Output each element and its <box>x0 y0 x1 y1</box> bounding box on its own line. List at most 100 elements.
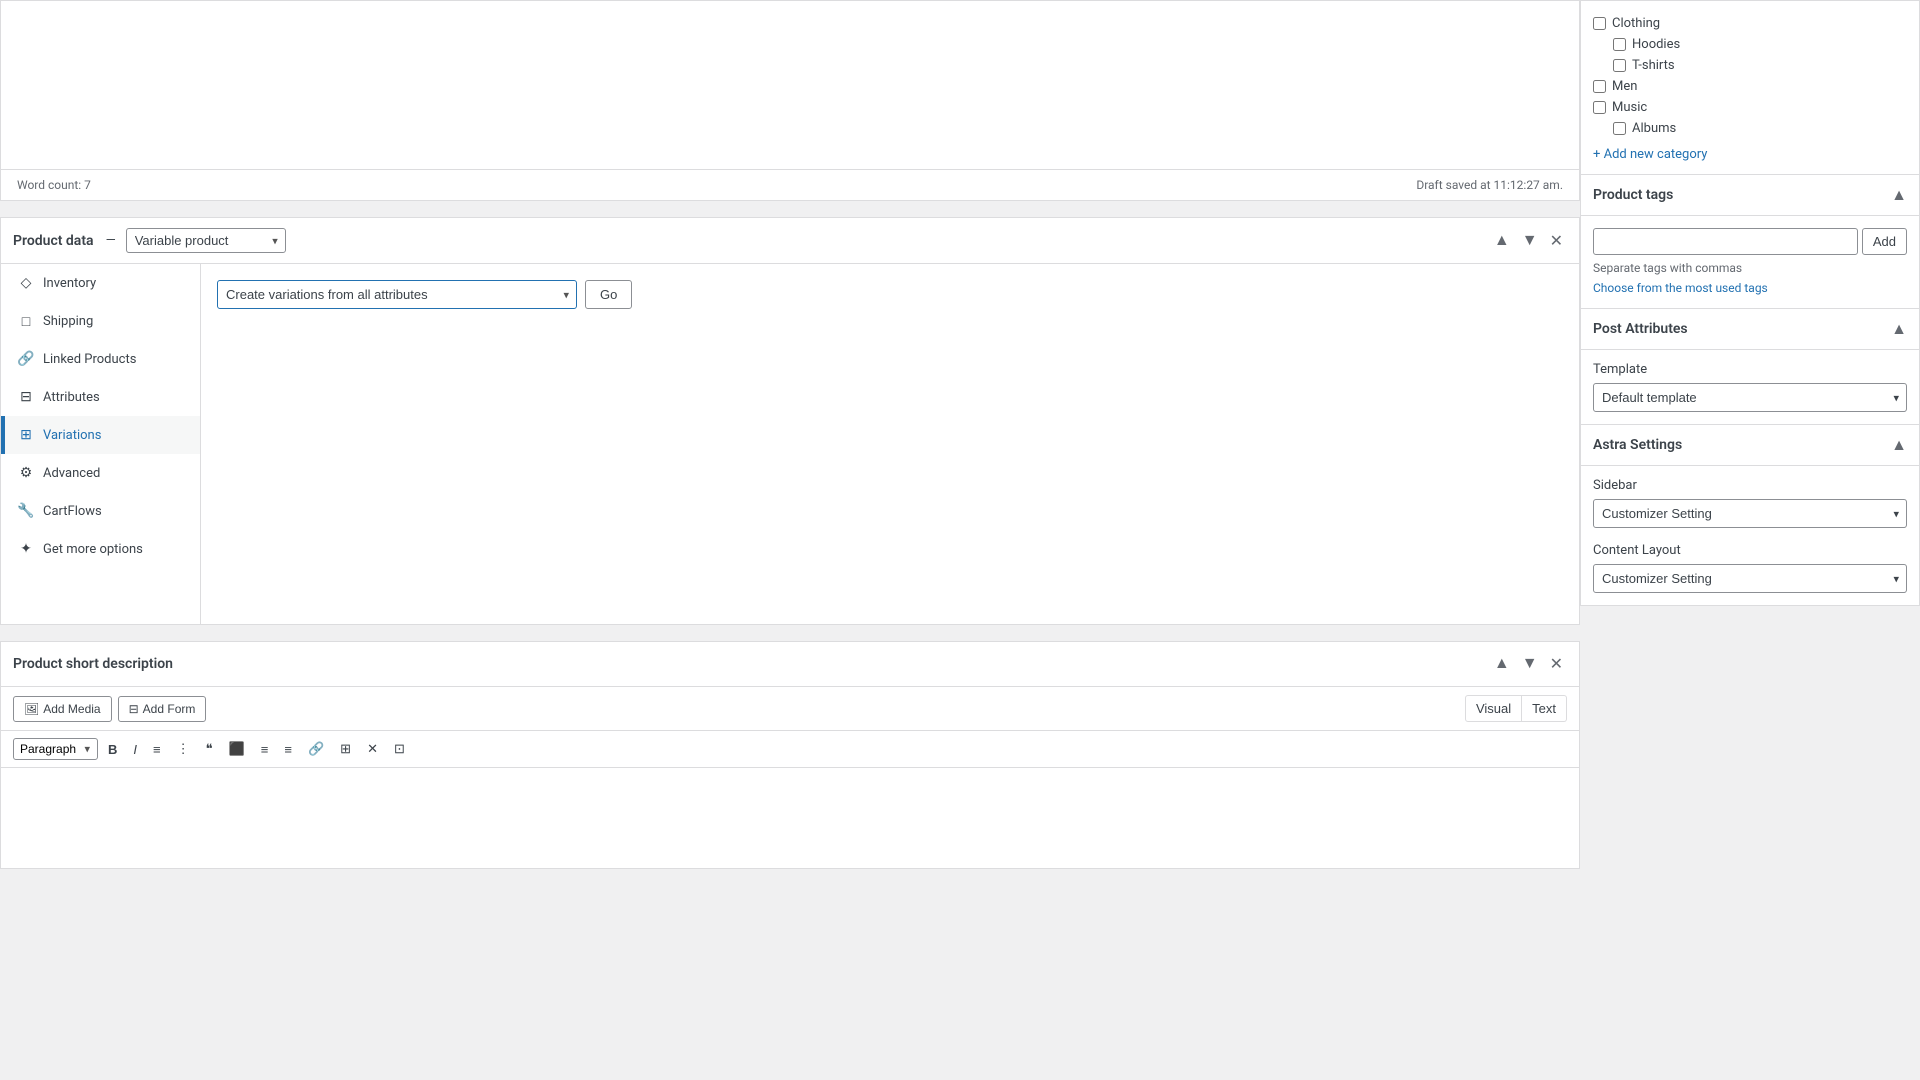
add-form-button[interactable]: ⊟ Add Form <box>118 696 207 722</box>
astra-settings-title: Astra Settings <box>1593 437 1682 453</box>
sidebar-setting-select[interactable]: Customizer Setting <box>1593 499 1907 528</box>
short-desc-toggle[interactable]: ✕ <box>1546 652 1567 676</box>
product-tags-panel: Product tags ▲ Add Separate tags with co… <box>1580 175 1920 309</box>
text-tab[interactable]: Text <box>1522 695 1567 722</box>
category-checkbox-clothing[interactable] <box>1593 17 1606 30</box>
nav-item-shipping[interactable]: □ Shipping <box>1 302 200 340</box>
category-checkbox-tshirts[interactable] <box>1613 59 1626 72</box>
nav-item-cartflows[interactable]: 🔧 CartFlows <box>1 492 200 530</box>
category-item-albums: Albums <box>1593 118 1907 139</box>
toggle-btn[interactable]: ✕ <box>1546 229 1567 253</box>
post-attributes-title: Post Attributes <box>1593 321 1688 337</box>
paragraph-select[interactable]: Paragraph <box>13 738 98 760</box>
category-checkbox-men[interactable] <box>1593 80 1606 93</box>
ol-button[interactable]: ⋮ <box>171 737 196 761</box>
product-data-title: Product data <box>13 233 94 249</box>
add-media-button[interactable]: 🖼 Add Media <box>13 696 112 722</box>
category-label-hoodies: Hoodies <box>1632 37 1680 52</box>
product-nav: ◇ Inventory □ Shipping 🔗 Linked Products… <box>1 264 201 624</box>
content-layout-select[interactable]: Customizer Setting <box>1593 564 1907 593</box>
word-count-bar: Word count: 7 Draft saved at 11:12:27 am… <box>0 170 1580 201</box>
nav-item-variations[interactable]: ⊞ Variations <box>1 416 200 454</box>
align-center-button[interactable]: ≡ <box>255 738 275 761</box>
add-media-label: Add Media <box>43 702 100 716</box>
go-button[interactable]: Go <box>585 280 632 309</box>
bold-button[interactable]: B <box>102 738 123 761</box>
add-tag-button[interactable]: Add <box>1862 228 1907 255</box>
category-item-hoodies: Hoodies <box>1593 34 1907 55</box>
product-type-select[interactable]: Variable product <box>126 228 286 253</box>
ul-button[interactable]: ≡ <box>147 738 167 761</box>
nav-label-shipping: Shipping <box>43 314 93 329</box>
astra-settings-body: Sidebar Customizer Setting Content Layou… <box>1581 466 1919 605</box>
align-right-button[interactable]: ≡ <box>278 738 298 761</box>
variations-action-select[interactable]: Create variations from all attributes <box>217 280 577 309</box>
short-description-editor[interactable] <box>1 768 1579 868</box>
nav-item-linked-products[interactable]: 🔗 Linked Products <box>1 340 200 378</box>
add-form-icon: ⊟ <box>129 702 139 716</box>
variations-icon: ⊞ <box>17 426 35 444</box>
product-data-controls: ▲ ▼ ✕ <box>1490 229 1567 253</box>
variations-action-row: Create variations from all attributes Go <box>217 280 1563 309</box>
attributes-icon: ⊟ <box>17 388 35 406</box>
post-attributes-panel: Post Attributes ▲ Template Default templ… <box>1580 309 1920 425</box>
product-tags-title: Product tags <box>1593 187 1673 203</box>
nav-item-inventory[interactable]: ◇ Inventory <box>1 264 200 302</box>
content-layout-label: Content Layout <box>1593 543 1907 558</box>
category-item-clothing: Clothing <box>1593 13 1907 34</box>
nav-label-cartflows: CartFlows <box>43 504 102 519</box>
category-label-clothing: Clothing <box>1612 16 1660 31</box>
nav-item-get-more-options[interactable]: ✦ Get more options <box>1 530 200 568</box>
paragraph-select-wrapper: Paragraph <box>13 738 98 760</box>
template-label: Template <box>1593 362 1907 377</box>
visual-tab[interactable]: Visual <box>1465 695 1522 722</box>
nav-item-advanced[interactable]: ⚙ Advanced <box>1 454 200 492</box>
astra-settings-header: Astra Settings ▲ <box>1581 425 1919 466</box>
short-desc-collapse-up[interactable]: ▲ <box>1490 652 1514 676</box>
category-label-music: Music <box>1612 100 1647 115</box>
category-checkbox-hoodies[interactable] <box>1613 38 1626 51</box>
category-item-music: Music <box>1593 97 1907 118</box>
category-checkbox-music[interactable] <box>1593 101 1606 114</box>
italic-button[interactable]: I <box>127 738 143 761</box>
sidebar-setting-wrapper: Customizer Setting <box>1593 499 1907 528</box>
short-description-header: Product short description ▲ ▼ ✕ <box>1 642 1579 687</box>
tags-input-row: Add <box>1593 228 1907 255</box>
product-data-body: ◇ Inventory □ Shipping 🔗 Linked Products… <box>1 264 1579 624</box>
category-item-tshirts: T-shirts <box>1593 55 1907 76</box>
short-desc-collapse-down[interactable]: ▼ <box>1518 652 1542 676</box>
table-button[interactable]: ⊞ <box>334 737 357 761</box>
align-left-button[interactable]: ⬛ <box>223 737 251 761</box>
template-select[interactable]: Default template <box>1593 383 1907 412</box>
nav-label-linked-products: Linked Products <box>43 352 136 367</box>
category-item-men: Men <box>1593 76 1907 97</box>
more-btn[interactable]: ✕ <box>361 737 384 761</box>
blockquote-button[interactable]: ❝ <box>200 737 219 761</box>
post-attributes-collapse-icon[interactable]: ▲ <box>1891 319 1907 339</box>
collapse-down-btn[interactable]: ▼ <box>1518 229 1542 253</box>
astra-settings-collapse-icon[interactable]: ▲ <box>1891 435 1907 455</box>
collapse-up-btn[interactable]: ▲ <box>1490 229 1514 253</box>
draft-saved: Draft saved at 11:12:27 am. <box>1416 178 1563 192</box>
get-more-options-icon: ✦ <box>17 540 35 558</box>
add-media-icon: 🖼 <box>24 702 39 716</box>
nav-item-attributes[interactable]: ⊟ Attributes <box>1 378 200 416</box>
product-data-section: Product data — Variable product ▲ ▼ ✕ <box>0 217 1580 625</box>
add-new-category-link[interactable]: + Add new category <box>1593 147 1707 162</box>
tags-hint: Separate tags with commas <box>1593 261 1907 275</box>
short-description-toolbar: 🖼 Add Media ⊟ Add Form Visual Text <box>1 687 1579 731</box>
product-tags-collapse-icon[interactable]: ▲ <box>1891 185 1907 205</box>
template-select-wrapper: Default template <box>1593 383 1907 412</box>
nav-label-get-more-options: Get more options <box>43 542 143 557</box>
tags-input[interactable] <box>1593 228 1858 255</box>
short-description-title: Product short description <box>13 656 173 672</box>
categories-panel: Clothing Hoodies T-shirts Men Music <box>1580 0 1920 175</box>
link-button[interactable]: 🔗 <box>302 737 330 761</box>
product-data-content: Create variations from all attributes Go <box>201 264 1579 624</box>
nav-label-inventory: Inventory <box>43 276 96 291</box>
post-attributes-header: Post Attributes ▲ <box>1581 309 1919 350</box>
cartflows-icon: 🔧 <box>17 502 35 520</box>
fullscreen-btn[interactable]: ⊡ <box>388 737 411 761</box>
category-checkbox-albums[interactable] <box>1613 122 1626 135</box>
most-used-tags-link[interactable]: Choose from the most used tags <box>1593 281 1768 295</box>
